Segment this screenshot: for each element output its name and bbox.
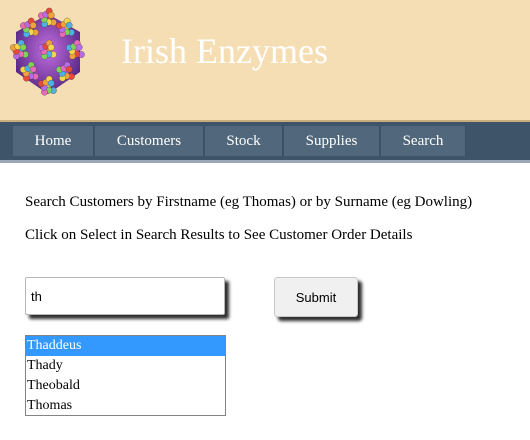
site-title: Irish Enzymes [121,31,328,71]
nav-item-search[interactable]: Search [381,126,466,156]
results-instruction: Click on Select in Search Results to See… [25,227,413,243]
result-item-thaddeus[interactable]: Thaddeus [26,336,225,356]
result-item-theobald[interactable]: Theobald [26,376,225,396]
nav-item-supplies[interactable]: Supplies [284,126,380,156]
page: Irish Enzymes Home Customers Stock Suppl… [0,0,530,440]
submit-button[interactable]: Submit [274,277,358,317]
main-nav: Home Customers Stock Supplies Search [0,122,530,163]
search-instruction: Search Customers by Firstname (eg Thomas… [25,194,473,210]
result-item-thomas[interactable]: Thomas [26,396,225,415]
result-item-thady[interactable]: Thady [26,356,225,376]
search-results-list[interactable]: Thaddeus Thady Theobald Thomas [25,335,226,416]
site-header: Irish Enzymes [0,0,530,122]
nav-item-stock[interactable]: Stock [205,126,283,156]
search-input[interactable] [25,277,225,315]
nav-item-home[interactable]: Home [13,126,94,156]
molecule-logo-icon [10,7,85,96]
nav-item-customers[interactable]: Customers [95,126,204,156]
